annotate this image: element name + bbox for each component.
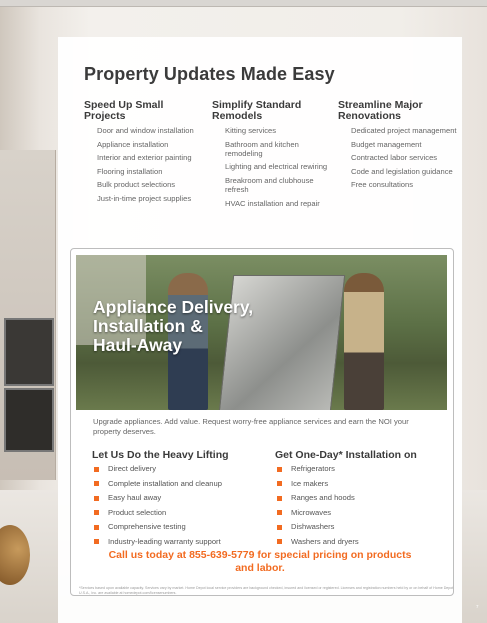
list-item: Contracted labor services <box>351 153 438 163</box>
background-oven-lower <box>4 388 54 452</box>
list-item: Appliance installation <box>97 139 169 149</box>
bullet-item: Industry-leading warranty support <box>92 537 272 546</box>
column-major-renovations: Streamline Major Renovations Dedicated p… <box>338 100 458 194</box>
bullet-item: Washers and dryers <box>275 537 455 546</box>
page-number: 7 <box>476 604 479 609</box>
column-list: Kitting services Bathroom and kitchen re… <box>225 126 332 208</box>
background-oven-upper <box>4 318 54 386</box>
bullet-item: Easy haul away <box>92 493 272 502</box>
list-item: Bulk product selections <box>97 180 176 190</box>
column-small-projects: Speed Up Small Projects Door and window … <box>84 100 204 208</box>
list-item: Lighting and electrical rewiring <box>225 162 328 172</box>
column-standard-remodels: Simplify Standard Remodels Kitting servi… <box>212 100 332 213</box>
feature-headline-line: Haul-Away <box>93 335 183 355</box>
bullet-item: Microwaves <box>275 508 455 517</box>
bullet-item: Direct delivery <box>92 464 272 473</box>
bullet-item: Dishwashers <box>275 522 455 531</box>
list-item: Budget management <box>351 139 422 149</box>
feature-headline-line: Installation & <box>93 316 203 336</box>
list-item: HVAC installation and repair <box>225 198 320 208</box>
heavy-lifting-section: Let Us Do the Heavy Lifting Direct deliv… <box>92 449 272 552</box>
list-item: Kitting services <box>225 126 277 135</box>
bullet-list: Direct delivery Complete installation an… <box>92 464 272 546</box>
list-item: Breakroom and clubhouse refresh <box>225 176 314 195</box>
column-heading: Streamline Major Renovations <box>338 99 423 122</box>
bullet-item: Ice makers <box>275 479 455 488</box>
list-item: Dedicated project management <box>351 126 457 135</box>
bullet-item: Complete installation and cleanup <box>92 479 272 488</box>
list-item: Interior and exterior painting <box>97 153 192 163</box>
section-heading: Get One-Day* Installation on <box>275 449 417 461</box>
column-heading: Simplify Standard Remodels <box>212 99 302 122</box>
list-item: Door and window installation <box>97 126 194 135</box>
bullet-item: Refrigerators <box>275 464 455 473</box>
list-item: Code and legislation guidance <box>351 166 453 176</box>
one-day-installation-section: Get One-Day* Installation on Refrigerato… <box>275 449 455 552</box>
feature-headline: Appliance Delivery, Installation & Haul-… <box>93 298 253 355</box>
section-heading: Let Us Do the Heavy Lifting <box>92 449 229 461</box>
bullet-list: Refrigerators Ice makers Ranges and hood… <box>275 464 455 546</box>
bullet-item: Comprehensive testing <box>92 522 272 531</box>
list-item: Flooring installation <box>97 166 163 176</box>
page-title: Property Updates Made Easy <box>84 64 335 84</box>
list-item: Free consultations <box>351 180 414 190</box>
feature-intro: Upgrade appliances. Add value. Request w… <box>93 417 409 436</box>
disclaimer-text: *Services based upon available capacity.… <box>79 586 454 595</box>
page-top-edge <box>0 0 487 7</box>
bullet-item: Ranges and hoods <box>275 493 455 502</box>
column-list: Dedicated project management Budget mana… <box>351 126 458 190</box>
list-item: Just-in-time project supplies <box>97 193 192 203</box>
column-heading: Speed Up Small Projects <box>84 99 164 122</box>
list-item: Bathroom and kitchen remodeling <box>225 139 299 158</box>
column-list: Door and window installation Appliance i… <box>97 126 204 203</box>
bullet-item: Product selection <box>92 508 272 517</box>
photo-worker-right <box>344 273 384 410</box>
feature-headline-line: Appliance Delivery, <box>93 297 254 317</box>
call-to-action: Call us today at 855-639-5779 for specia… <box>108 549 412 574</box>
